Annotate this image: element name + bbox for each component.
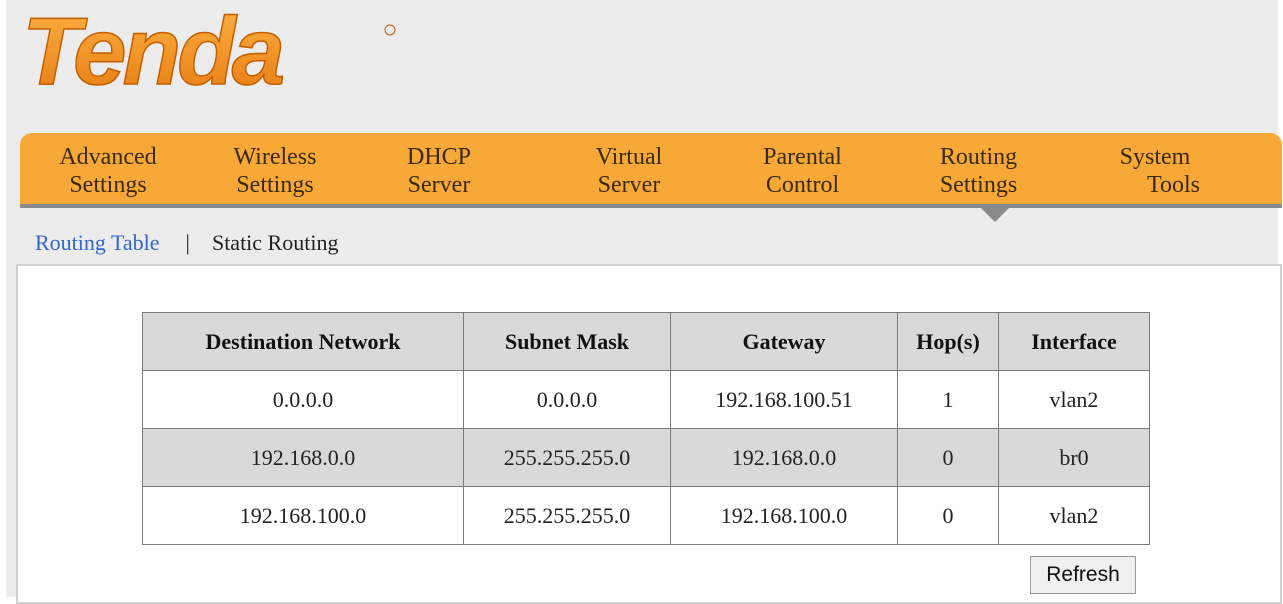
cell-hops: 0 bbox=[897, 428, 999, 487]
nav-virtual-server[interactable]: Virtual Server bbox=[584, 143, 674, 199]
cell-subnet-mask: 255.255.255.0 bbox=[463, 428, 671, 487]
content-panel: Destination Network Subnet Mask Gateway … bbox=[16, 264, 1282, 604]
cell-interface: vlan2 bbox=[998, 486, 1150, 545]
router-admin-page: Tenda Advanced Settings Wireless Setting… bbox=[6, 0, 1282, 604]
nav-label-line1: Virtual bbox=[595, 144, 663, 170]
cell-interface: vlan2 bbox=[998, 370, 1150, 429]
nav-advanced-settings[interactable]: Advanced Settings bbox=[48, 143, 168, 199]
nav-label-line2: Tools bbox=[1147, 172, 1200, 198]
sub-navigation: Routing Table | Static Routing bbox=[35, 230, 338, 256]
nav-label-line2: Server bbox=[407, 172, 471, 198]
cell-gateway: 192.168.0.0 bbox=[670, 428, 898, 487]
cell-interface: br0 bbox=[998, 428, 1150, 487]
nav-label-line1: System bbox=[1119, 144, 1191, 170]
nav-parental-control[interactable]: Parental Control bbox=[750, 143, 855, 199]
cell-subnet-mask: 0.0.0.0 bbox=[463, 370, 671, 429]
nav-label-line2: Settings bbox=[69, 172, 147, 198]
table-header-row: Destination Network Subnet Mask Gateway … bbox=[142, 312, 1150, 371]
routing-table-link[interactable]: Routing Table bbox=[35, 230, 160, 255]
cell-hops: 0 bbox=[897, 486, 999, 545]
subnav-separator: | bbox=[185, 230, 190, 255]
active-nav-indicator bbox=[981, 208, 1009, 222]
col-interface: Interface bbox=[998, 312, 1150, 371]
nav-system-tools[interactable]: System Tools bbox=[1110, 143, 1200, 199]
nav-dhcp-server[interactable]: DHCP Server bbox=[394, 143, 484, 199]
cell-hops: 1 bbox=[897, 370, 999, 429]
refresh-button[interactable]: Refresh bbox=[1030, 556, 1136, 594]
nav-label-line2: Server bbox=[597, 172, 661, 198]
cell-gateway: 192.168.100.0 bbox=[670, 486, 898, 545]
nav-label-line1: DHCP bbox=[406, 144, 472, 170]
nav-label-line2: Settings bbox=[236, 172, 314, 198]
cell-subnet-mask: 255.255.255.0 bbox=[463, 486, 671, 545]
nav-label-line1: Parental bbox=[763, 144, 842, 170]
nav-label-line2: Control bbox=[765, 172, 840, 198]
routing-table: Destination Network Subnet Mask Gateway … bbox=[142, 312, 1150, 545]
col-hops: Hop(s) bbox=[897, 312, 999, 371]
cell-destination: 192.168.0.0 bbox=[142, 428, 464, 487]
static-routing-link[interactable]: Static Routing bbox=[212, 230, 339, 255]
nav-label-line1: Wireless bbox=[233, 144, 317, 170]
nav-routing-settings[interactable]: Routing Settings bbox=[926, 143, 1031, 199]
nav-wireless-settings[interactable]: Wireless Settings bbox=[220, 143, 330, 199]
col-destination-network: Destination Network bbox=[142, 312, 464, 371]
cell-destination: 0.0.0.0 bbox=[142, 370, 464, 429]
table-row: 192.168.100.0 255.255.255.0 192.168.100.… bbox=[142, 486, 1150, 545]
col-gateway: Gateway bbox=[670, 312, 898, 371]
svg-text:Tenda: Tenda bbox=[22, 0, 283, 100]
table-row: 192.168.0.0 255.255.255.0 192.168.0.0 0 … bbox=[142, 428, 1150, 487]
tenda-logo: Tenda bbox=[18, 0, 398, 100]
nav-label-line1: Routing bbox=[939, 144, 1018, 170]
col-subnet-mask: Subnet Mask bbox=[463, 312, 671, 371]
main-nav-bar: Advanced Settings Wireless Settings DHCP… bbox=[20, 133, 1282, 208]
table-row: 0.0.0.0 0.0.0.0 192.168.100.51 1 vlan2 bbox=[142, 370, 1150, 429]
cell-destination: 192.168.100.0 bbox=[142, 486, 464, 545]
nav-label-line1: Advanced bbox=[59, 144, 157, 170]
cell-gateway: 192.168.100.51 bbox=[670, 370, 898, 429]
nav-label-line2: Settings bbox=[939, 172, 1018, 198]
